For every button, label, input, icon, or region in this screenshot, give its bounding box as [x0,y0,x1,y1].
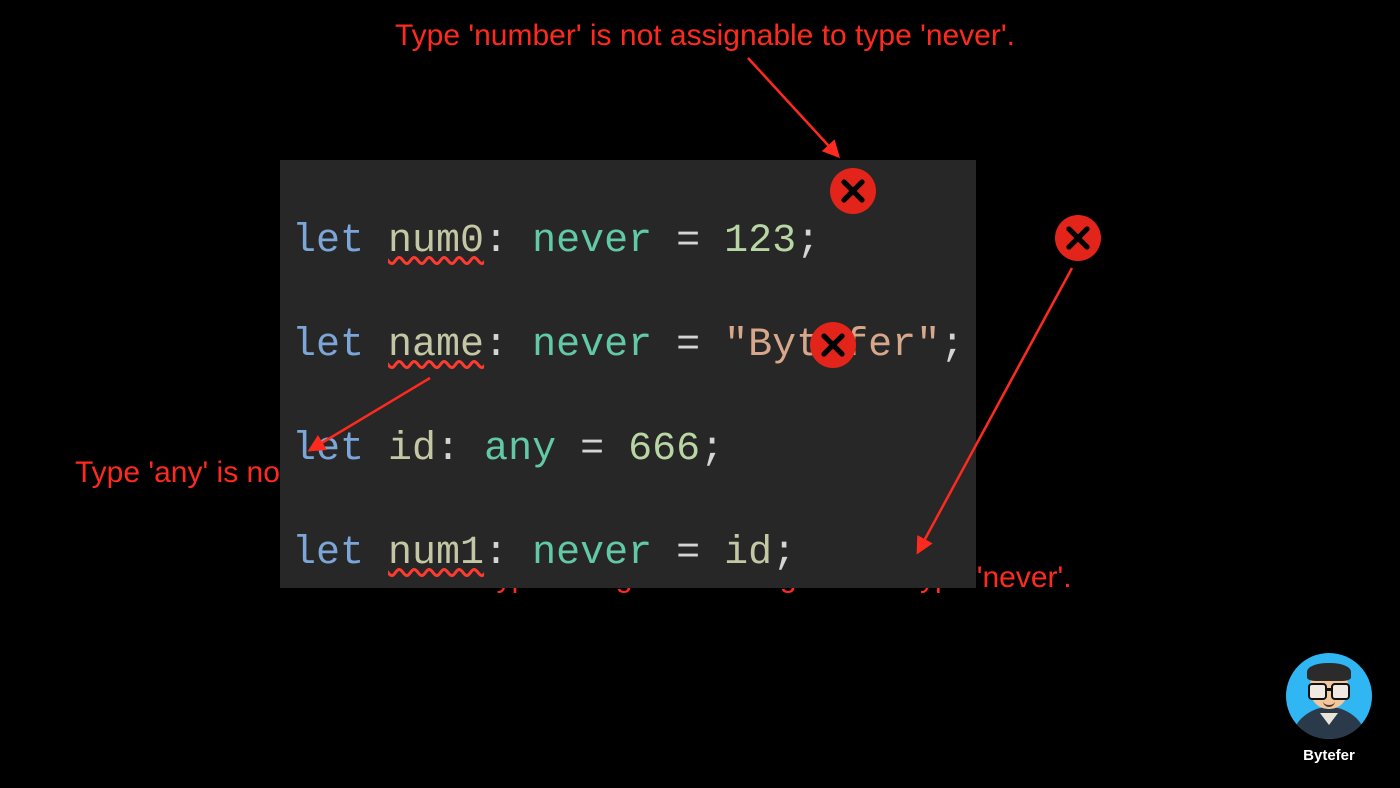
author-badge: Bytefer [1286,653,1372,764]
error-x-icon [810,322,856,368]
code-line-4: let num1: never = id; [292,476,964,580]
var-num0: num0 [388,219,484,264]
equals: = [676,531,700,576]
colon: : [484,219,508,264]
type-never: never [532,219,652,264]
literal-123: 123 [724,219,796,264]
author-name: Bytefer [1286,747,1372,764]
diagram-canvas: Type 'number' is not assignable to type … [0,0,1400,788]
equals: = [580,427,604,472]
code-line-3: let id: any = 666; [292,372,964,476]
type-never: never [532,323,652,368]
equals: = [676,323,700,368]
keyword-let: let [292,427,364,472]
keyword-let: let [292,219,364,264]
error-annotation-number: Type 'number' is not assignable to type … [395,18,1015,54]
error-x-icon [830,168,876,214]
semicolon: ; [796,219,820,264]
colon: : [484,323,508,368]
colon: : [436,427,460,472]
var-num1: num1 [388,531,484,576]
semicolon: ; [700,427,724,472]
error-x-icon [1055,215,1101,261]
semicolon: ; [772,531,796,576]
colon: : [484,531,508,576]
type-never: never [532,531,652,576]
value-id: id [724,531,772,576]
author-avatar [1286,653,1372,739]
code-line-2: let name: never = "Bytefer"; [292,268,964,372]
equals: = [676,219,700,264]
literal-666: 666 [628,427,700,472]
var-name: name [388,323,484,368]
code-block: let num0: never = 123; let name: never =… [280,160,976,588]
keyword-let: let [292,323,364,368]
var-id: id [388,427,436,472]
keyword-let: let [292,531,364,576]
semicolon: ; [940,323,964,368]
type-any: any [484,427,556,472]
